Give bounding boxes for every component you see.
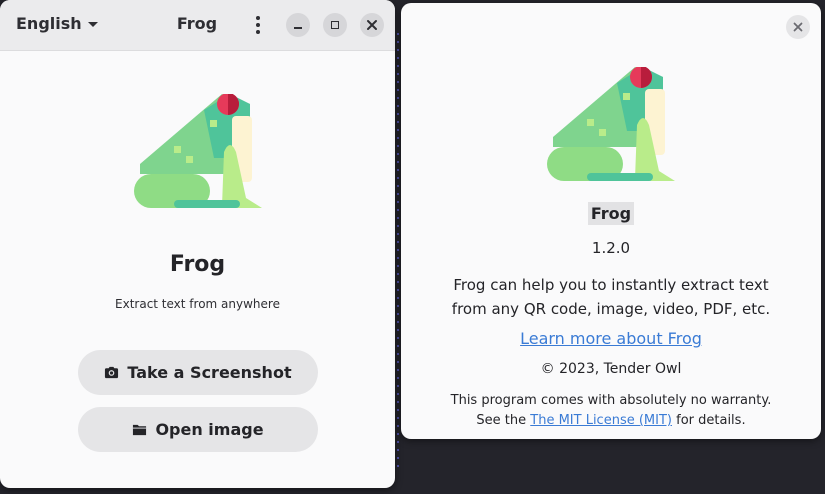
app-tagline: Extract text from anywhere bbox=[115, 297, 280, 311]
about-version: 1.2.0 bbox=[591, 239, 631, 257]
website-link[interactable]: Learn more about Frog bbox=[401, 329, 821, 348]
license-suffix: for details. bbox=[676, 413, 746, 428]
dotted-separator bbox=[397, 30, 399, 470]
license-line1: This program comes with absolutely no wa… bbox=[450, 393, 772, 408]
header-bar: English Frog bbox=[0, 0, 395, 51]
language-label: English bbox=[16, 14, 82, 33]
main-window: English Frog Frog Extract text from anyw… bbox=[0, 0, 395, 488]
about-close-button[interactable] bbox=[786, 15, 810, 39]
about-dialog: Frog 1.2.0 Frog can help you to instantl… bbox=[401, 3, 821, 439]
kebab-menu-icon[interactable] bbox=[249, 14, 267, 36]
open-image-button[interactable]: Open image bbox=[78, 407, 318, 452]
maximize-button[interactable] bbox=[323, 13, 347, 37]
about-app-name: Frog bbox=[587, 202, 635, 225]
take-screenshot-button[interactable]: Take a Screenshot bbox=[78, 350, 318, 395]
close-icon bbox=[793, 22, 803, 32]
license-text: This program comes with absolutely no wa… bbox=[401, 391, 821, 431]
chevron-down-icon bbox=[87, 22, 98, 27]
minimize-icon bbox=[294, 27, 302, 29]
minimize-button[interactable] bbox=[286, 13, 310, 37]
close-button[interactable] bbox=[360, 13, 384, 37]
camera-icon bbox=[105, 366, 119, 379]
language-menu-button[interactable]: English bbox=[16, 14, 98, 33]
open-image-label: Open image bbox=[155, 420, 264, 439]
license-line2: See the The MIT License (MIT) for detail… bbox=[401, 411, 821, 431]
copyright: © 2023, Tender Owl bbox=[540, 361, 682, 377]
close-icon bbox=[367, 20, 377, 30]
frog-logo-icon bbox=[547, 67, 675, 181]
frog-logo-icon bbox=[134, 94, 262, 208]
app-name: Frog bbox=[169, 252, 226, 277]
about-comments: Frog can help you to instantly extract t… bbox=[401, 273, 821, 321]
about-comments-line1: Frog can help you to instantly extract t… bbox=[453, 276, 769, 294]
about-app-name-row: Frog bbox=[401, 202, 821, 225]
about-comments-line2: from any QR code, image, video, PDF, etc… bbox=[451, 300, 771, 318]
folder-icon bbox=[133, 424, 147, 436]
take-screenshot-label: Take a Screenshot bbox=[127, 363, 292, 382]
window-title: Frog bbox=[176, 14, 218, 33]
license-link[interactable]: The MIT License (MIT) bbox=[530, 413, 672, 428]
maximize-icon bbox=[331, 21, 339, 29]
license-prefix: See the bbox=[476, 413, 527, 428]
